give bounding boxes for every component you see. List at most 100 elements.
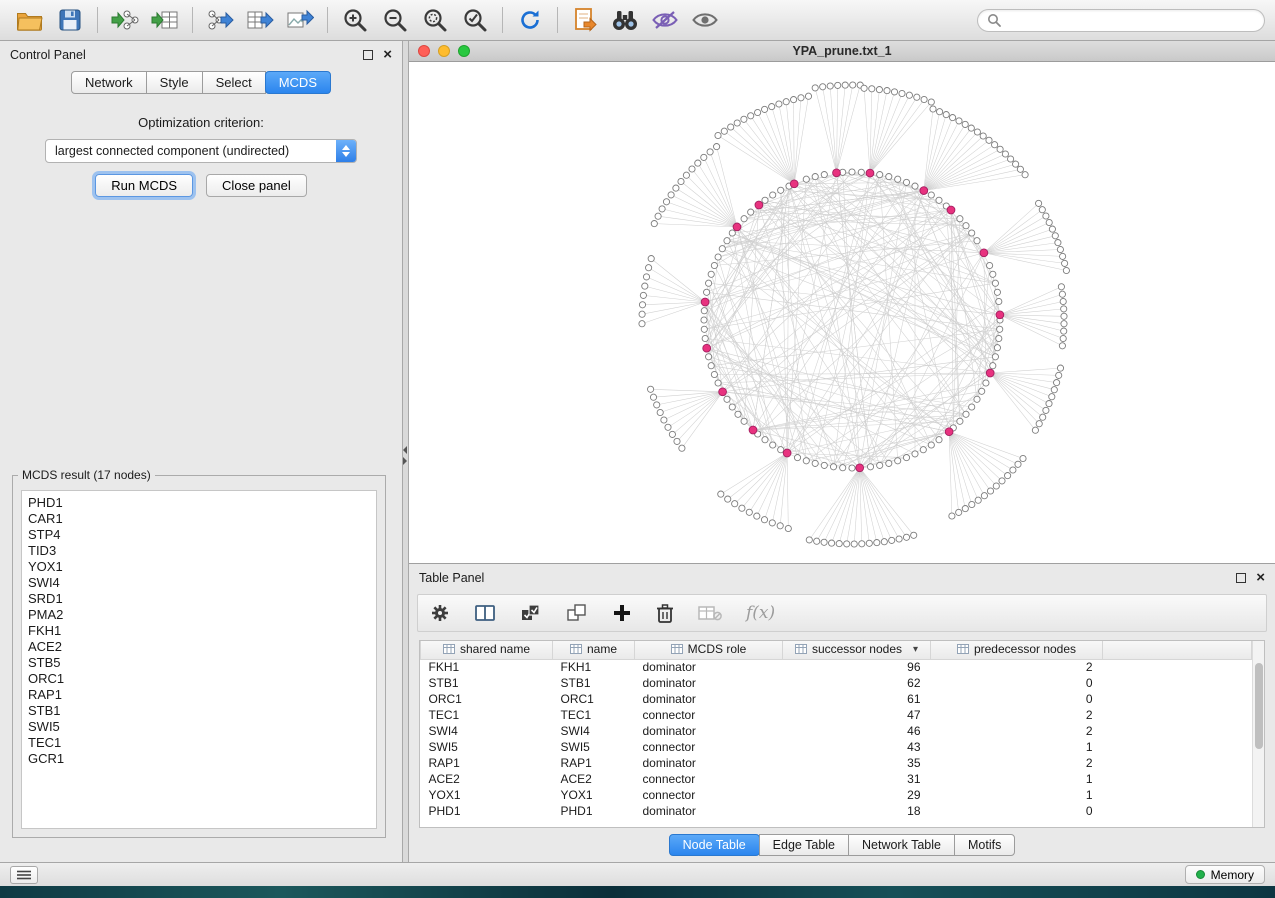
control-panel-header: Control Panel × <box>0 41 402 68</box>
column-header-predecessor-nodes[interactable]: predecessor nodes <box>931 641 1103 659</box>
mcds-result-item[interactable]: STP4 <box>28 527 370 543</box>
mcds-result-item[interactable]: ORC1 <box>28 671 370 687</box>
memory-button[interactable]: Memory <box>1185 865 1265 884</box>
import-table-button[interactable] <box>145 3 185 37</box>
export-image-button[interactable] <box>280 3 320 37</box>
zoom-out-button[interactable] <box>375 3 415 37</box>
mcds-result-item[interactable]: TEC1 <box>28 735 370 751</box>
zoom-selected-icon <box>462 7 488 33</box>
function-builder-button[interactable]: f(x) <box>746 598 775 628</box>
float-table-panel-icon[interactable] <box>1236 573 1246 583</box>
table-row[interactable]: ORC1ORC1dominator610 <box>421 691 1252 707</box>
scrollbar-thumb[interactable] <box>1255 663 1263 749</box>
tab-mcds[interactable]: MCDS <box>265 71 331 94</box>
refresh-button[interactable] <box>510 3 550 37</box>
mcds-result-list[interactable]: PHD1CAR1STP4TID3YOX1SWI4SRD1PMA2FKH1ACE2… <box>21 490 377 829</box>
node-table-container: shared namenameMCDS rolesuccessor nodes▾… <box>419 640 1265 828</box>
tab-network[interactable]: Network <box>71 71 147 94</box>
mcds-result-item[interactable]: CAR1 <box>28 511 370 527</box>
table-scrollbar[interactable] <box>1252 641 1264 827</box>
mcds-result-item[interactable]: SRD1 <box>28 591 370 607</box>
table-row[interactable]: TEC1TEC1connector472 <box>421 707 1252 723</box>
table-row[interactable]: ACE2ACE2connector311 <box>421 771 1252 787</box>
clone-network-button[interactable] <box>565 3 605 37</box>
status-bar: Memory <box>0 862 1275 886</box>
network-window-title: YPA_prune.txt_1 <box>792 44 891 58</box>
table-row[interactable]: RAP1RAP1dominator352 <box>421 755 1252 771</box>
optimization-criterion-select[interactable]: largest connected component (undirected) <box>45 139 357 163</box>
delete-column-button[interactable] <box>656 598 674 628</box>
select-all-button[interactable] <box>520 598 542 628</box>
toolbar-separator <box>192 7 193 33</box>
search-network-button[interactable] <box>605 3 645 37</box>
table-row[interactable]: FKH1FKH1dominator962 <box>421 659 1252 675</box>
table-row[interactable]: YOX1YOX1connector291 <box>421 787 1252 803</box>
network-canvas[interactable] <box>409 62 1275 563</box>
zoom-selected-button[interactable] <box>455 3 495 37</box>
tab-motifs[interactable]: Motifs <box>954 834 1015 856</box>
tab-edge-table[interactable]: Edge Table <box>759 834 849 856</box>
dropdown-selected-value: largest connected component (undirected) <box>55 140 289 163</box>
run-mcds-button[interactable]: Run MCDS <box>95 174 193 197</box>
search-input-container[interactable] <box>977 9 1265 32</box>
add-column-button[interactable] <box>612 598 632 628</box>
mcds-result-item[interactable]: STB1 <box>28 703 370 719</box>
deselect-all-button[interactable] <box>566 598 588 628</box>
zoom-fit-button[interactable] <box>415 3 455 37</box>
mcds-result-item[interactable]: STB5 <box>28 655 370 671</box>
export-table-button[interactable] <box>240 3 280 37</box>
show-columns-button[interactable] <box>474 598 496 628</box>
mcds-result-item[interactable]: FKH1 <box>28 623 370 639</box>
mcds-result-item[interactable]: ACE2 <box>28 639 370 655</box>
import-network-button[interactable] <box>105 3 145 37</box>
table-row[interactable]: SWI5SWI5connector431 <box>421 739 1252 755</box>
tab-select[interactable]: Select <box>202 71 266 94</box>
close-table-panel-icon[interactable]: × <box>1256 573 1265 583</box>
close-panel-button[interactable]: Close panel <box>206 174 307 197</box>
window-minimize-icon[interactable] <box>438 45 450 57</box>
save-icon <box>58 8 82 32</box>
table-row[interactable]: SWI4SWI4dominator462 <box>421 723 1252 739</box>
mcds-result-item[interactable]: PMA2 <box>28 607 370 623</box>
table-row[interactable]: PHD1PHD1dominator180 <box>421 803 1252 819</box>
tab-style[interactable]: Style <box>146 71 203 94</box>
column-header-successor-nodes[interactable]: successor nodes▾ <box>783 641 931 659</box>
window-zoom-icon[interactable] <box>458 45 470 57</box>
network-view-window: YPA_prune.txt_1 <box>409 41 1275 563</box>
column-header-MCDS-role[interactable]: MCDS role <box>635 641 783 659</box>
column-header-shared-name[interactable]: shared name <box>421 641 553 659</box>
tab-network-table[interactable]: Network Table <box>848 834 955 856</box>
zoom-in-button[interactable] <box>335 3 375 37</box>
view-mode-button[interactable] <box>10 866 38 884</box>
zoom-in-icon <box>342 7 368 33</box>
mcds-result-item[interactable]: RAP1 <box>28 687 370 703</box>
export-network-button[interactable] <box>200 3 240 37</box>
table-row[interactable]: STB1STB1dominator620 <box>421 675 1252 691</box>
eye-slash-icon <box>651 8 679 32</box>
search-input[interactable] <box>1006 13 1255 27</box>
show-all-button[interactable] <box>685 3 725 37</box>
float-panel-icon[interactable] <box>363 50 373 60</box>
tab-node-table[interactable]: Node Table <box>669 834 760 856</box>
table-settings-button[interactable] <box>430 598 450 628</box>
mcds-result-item[interactable]: PHD1 <box>28 495 370 511</box>
control-panel: Control Panel × Network Style Select MCD… <box>0 41 402 862</box>
save-button[interactable] <box>50 3 90 37</box>
hide-selected-button[interactable] <box>645 3 685 37</box>
panel-splitter[interactable] <box>402 41 409 862</box>
mcds-result-item[interactable]: GCR1 <box>28 751 370 767</box>
mcds-result-item[interactable]: SWI5 <box>28 719 370 735</box>
column-header-name[interactable]: name <box>553 641 635 659</box>
close-panel-icon[interactable]: × <box>383 50 392 60</box>
window-close-icon[interactable] <box>418 45 430 57</box>
mcds-result-item[interactable]: TID3 <box>28 543 370 559</box>
node-table: shared namenameMCDS rolesuccessor nodes▾… <box>420 641 1252 819</box>
network-graph[interactable] <box>409 62 1275 563</box>
open-file-button[interactable] <box>10 3 50 37</box>
splitter-collapse-icons[interactable] <box>403 446 407 465</box>
table-body: FKH1FKH1dominator962STB1STB1dominator620… <box>421 659 1252 819</box>
mcds-result-item[interactable]: SWI4 <box>28 575 370 591</box>
export-network-icon <box>206 8 234 32</box>
hide-column-icon <box>698 604 722 622</box>
mcds-result-item[interactable]: YOX1 <box>28 559 370 575</box>
